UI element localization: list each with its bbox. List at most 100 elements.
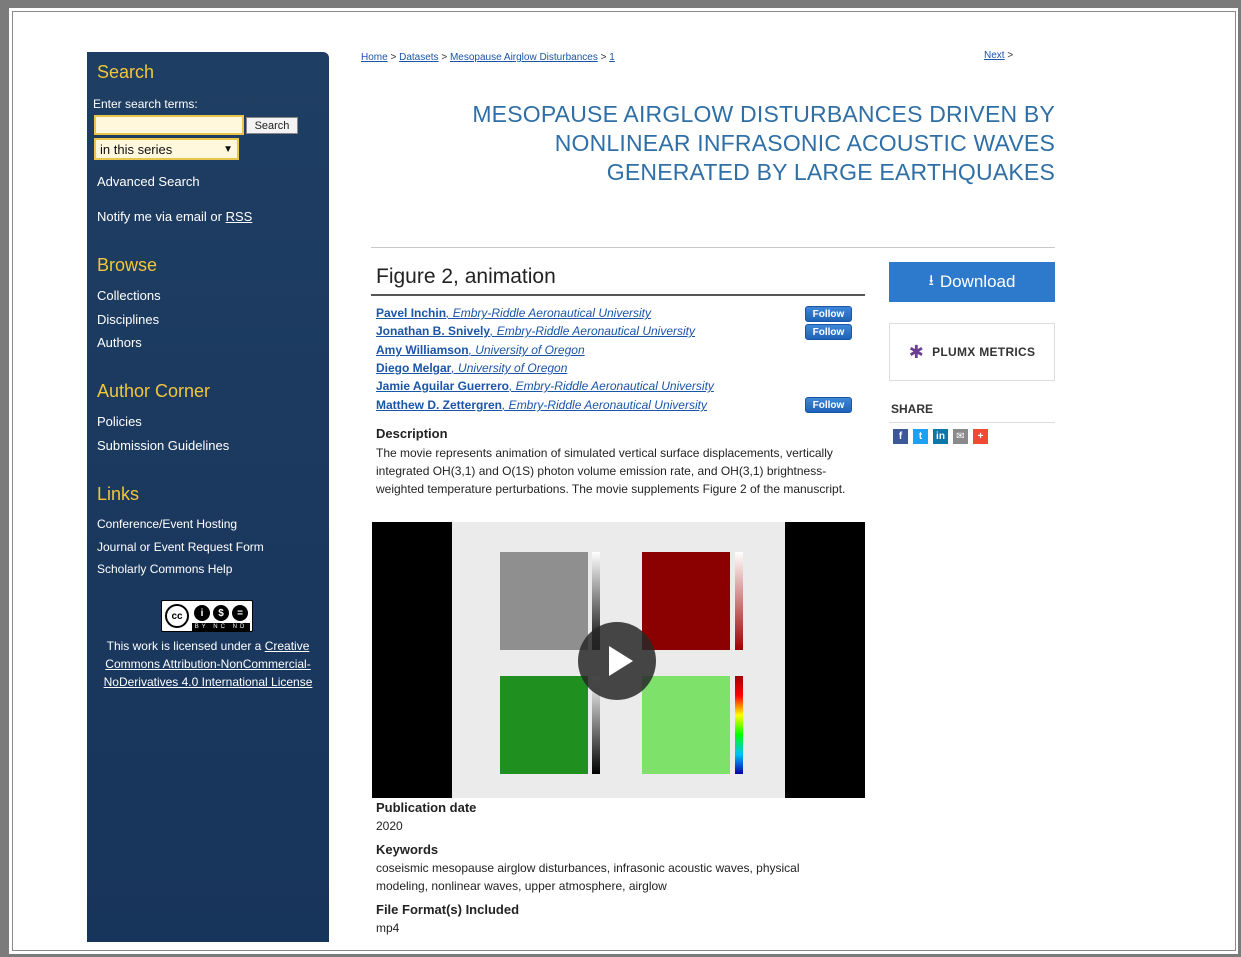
author-name-link[interactable]: Amy Williamson [376, 343, 469, 357]
video-panel-oh-emission [642, 552, 730, 650]
follow-button[interactable]: Follow [805, 306, 852, 322]
play-icon[interactable] [578, 622, 656, 700]
breadcrumb-current[interactable]: 1 [609, 52, 615, 63]
description-line: The movie represents animation of simula… [376, 446, 833, 460]
cc-nc-icon: $ [213, 605, 229, 621]
chevron-down-icon: ▼ [223, 143, 233, 155]
author-row: Pavel Inchin, Embry-Riddle Aeronautical … [376, 306, 651, 321]
download-label: Download [939, 272, 1016, 291]
cc-icon: cc [165, 604, 189, 628]
next-suffix: > [1004, 50, 1014, 61]
browse-heading: Browse [97, 255, 158, 275]
figure-title-divider [371, 294, 865, 296]
search-button[interactable]: Search [246, 117, 298, 134]
author-affiliation-link[interactable]: , Embry-Riddle Aeronautical University [446, 306, 651, 320]
video-panel-displacement [500, 552, 588, 650]
next-nav: Next > [984, 50, 1013, 61]
author-affiliation-link[interactable]: , Embry-Riddle Aeronautical University [502, 398, 707, 412]
author-name-link[interactable]: Jamie Aguilar Guerrero [376, 379, 509, 393]
addthis-icon[interactable]: + [973, 429, 988, 444]
breadcrumb-sep: > [597, 52, 610, 63]
author-affiliation-link[interactable]: , Embry-Riddle Aeronautical University [490, 324, 695, 338]
author-row: Amy Williamson, University of Oregon [376, 343, 585, 358]
email-icon[interactable]: ✉ [953, 429, 968, 444]
description-line: integrated OH(3,1) and O(1S) photon volu… [376, 464, 827, 478]
breadcrumb-sep: > [438, 52, 450, 63]
search-label: Enter search terms: [93, 97, 198, 111]
author-affiliation-link[interactable]: , University of Oregon [451, 361, 567, 375]
sidebar: Search Enter search terms: Search in thi… [87, 52, 329, 942]
publication-date-value: 2020 [376, 819, 403, 833]
figure-title: Figure 2, animation [376, 265, 556, 288]
publication-date-heading: Publication date [376, 800, 477, 815]
page-title-line: MESOPAUSE AIRGLOW DISTURBANCES DRIVEN BY [472, 101, 1055, 127]
author-name-link[interactable]: Matthew D. Zettergren [376, 398, 502, 412]
author-corner-heading: Author Corner [97, 381, 211, 401]
video-panel-o1s-emission [500, 676, 588, 774]
follow-button[interactable]: Follow [805, 324, 852, 340]
title-divider [371, 247, 1055, 248]
keywords-heading: Keywords [376, 842, 439, 857]
sidebar-item-authors[interactable]: Authors [97, 335, 142, 350]
breadcrumb: Home > Datasets > Mesopause Airglow Dist… [361, 52, 615, 63]
author-row: Jamie Aguilar Guerrero, Embry-Riddle Aer… [376, 379, 714, 394]
sidebar-item-submission-guidelines[interactable]: Submission Guidelines [97, 438, 229, 453]
video-player[interactable] [372, 522, 865, 798]
keywords-value: coseismic mesopause airglow disturbances… [376, 859, 800, 895]
description-heading: Description [376, 426, 448, 441]
links-heading: Links [97, 484, 140, 504]
page-title-line: GENERATED BY LARGE EARTHQUAKES [606, 159, 1055, 185]
keywords-line: coseismic mesopause airglow disturbances… [376, 861, 800, 875]
plumx-label: PLUMX METRICS [932, 345, 1036, 359]
search-scope-select[interactable]: in this series ▼ [94, 138, 239, 160]
author-affiliation-link[interactable]: , University of Oregon [469, 343, 585, 357]
twitter-icon[interactable]: t [913, 429, 928, 444]
creative-commons-badge[interactable]: cc i $ = BY NC ND [161, 600, 253, 632]
next-link[interactable]: Next [984, 50, 1005, 61]
breadcrumb-datasets[interactable]: Datasets [399, 52, 438, 63]
download-icon: ⭳ [928, 271, 934, 289]
plumx-icon: ✱ [908, 341, 925, 362]
breadcrumb-home[interactable]: Home [361, 52, 388, 63]
search-heading: Search [97, 62, 155, 82]
author-name-link[interactable]: Pavel Inchin [376, 306, 446, 320]
video-colorbar [735, 552, 743, 650]
license-prefix: This work is licensed under a [106, 639, 265, 653]
author-name-link[interactable]: Diego Melgar [376, 361, 451, 375]
sidebar-item-journal-request[interactable]: Journal or Event Request Form [97, 540, 264, 554]
author-row: Matthew D. Zettergren, Embry-Riddle Aero… [376, 398, 707, 413]
author-row: Jonathan B. Snively, Embry-Riddle Aerona… [376, 324, 695, 339]
author-row: Diego Melgar, University of Oregon [376, 361, 567, 376]
breadcrumb-series[interactable]: Mesopause Airglow Disturbances [450, 52, 598, 63]
breadcrumb-sep: > [387, 52, 400, 63]
page-title: MESOPAUSE AIRGLOW DISTURBANCES DRIVEN BY… [400, 100, 1055, 187]
sidebar-item-conference-hosting[interactable]: Conference/Event Hosting [97, 517, 237, 531]
search-input[interactable] [94, 115, 244, 135]
follow-button[interactable]: Follow [805, 397, 852, 413]
share-label: SHARE [891, 402, 934, 416]
advanced-search-link[interactable]: Advanced Search [97, 174, 200, 189]
cc-terms-bar: BY NC ND [192, 623, 250, 631]
file-format-value: mp4 [376, 921, 400, 935]
description-line: weighted temperature perturbations. The … [376, 482, 846, 496]
rss-link[interactable]: RSS [226, 209, 253, 224]
video-panel-temperature [642, 676, 730, 774]
author-affiliation-link[interactable]: , Embry-Riddle Aeronautical University [509, 379, 714, 393]
share-divider [889, 422, 1055, 423]
sidebar-item-help[interactable]: Scholarly Commons Help [97, 562, 232, 576]
download-button[interactable]: ⭳ Download [889, 262, 1055, 302]
sidebar-item-disciplines[interactable]: Disciplines [97, 312, 159, 327]
sidebar-item-policies[interactable]: Policies [97, 414, 142, 429]
video-colorbar [735, 676, 743, 774]
notify-label: Notify me via email or [97, 209, 226, 224]
keywords-line: modeling, nonlinear waves, upper atmosph… [376, 879, 667, 893]
file-format-heading: File Format(s) Included [376, 902, 520, 917]
cc-nd-icon: = [232, 605, 248, 621]
linkedin-icon[interactable]: in [933, 429, 948, 444]
facebook-icon[interactable]: f [893, 429, 908, 444]
page-title-line: NONLINEAR INFRASONIC ACOUSTIC WAVES [554, 130, 1055, 156]
cc-by-icon: i [194, 605, 210, 621]
plumx-metrics-button[interactable]: ✱ PLUMX METRICS [889, 323, 1055, 381]
sidebar-item-collections[interactable]: Collections [97, 288, 161, 303]
author-name-link[interactable]: Jonathan B. Snively [376, 324, 490, 338]
